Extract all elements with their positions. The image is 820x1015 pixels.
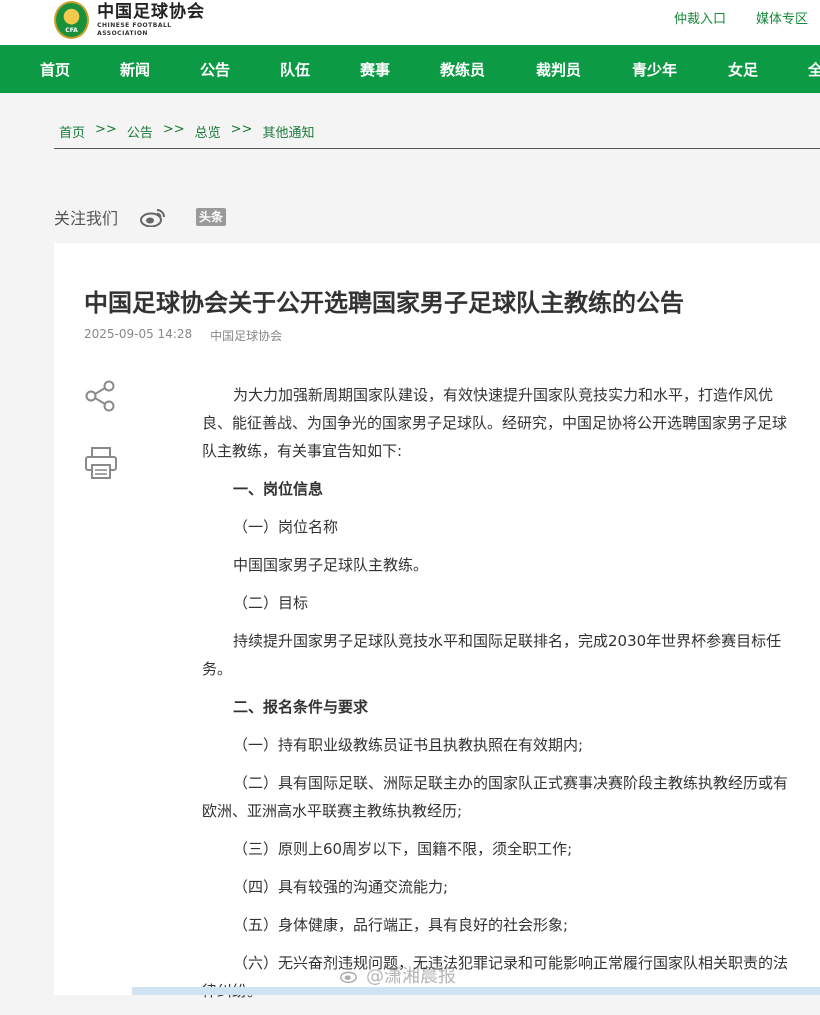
follow-us: 关注我们 头条: [54, 205, 227, 229]
breadcrumb-separator: >>: [95, 122, 117, 137]
breadcrumb-bar: 首页 >> 公告 >> 总览 >> 其他通知: [54, 110, 820, 149]
breadcrumb-separator: >>: [230, 122, 253, 137]
paragraph: （四）具有较强的沟通交流能力;: [233, 878, 449, 896]
paragraph: （一）持有职业级教练员证书且执教执照在有效期内;: [233, 736, 584, 754]
paragraph: （三）原则上60周岁以下，国籍不限，须全职工作;: [233, 840, 573, 858]
paragraph: 为大力加强新周期国家队建设，有效快速提升国家队竞技实力和水平，打造作风优良、能征…: [202, 386, 788, 460]
paragraph: （二）目标: [233, 594, 309, 612]
section-heading: 一、岗位信息: [233, 480, 324, 498]
cfa-logo[interactable]: CFA 中国足球协会 CHINESE FOOTBALL ASSOCIATION: [54, 0, 214, 40]
nav-item-more[interactable]: 全: [808, 59, 820, 80]
article-date: 2025-09-05 14:28: [84, 327, 193, 341]
cfa-badge-icon: CFA: [54, 1, 90, 39]
follow-label: 关注我们: [54, 209, 119, 228]
share-icon[interactable]: [84, 380, 116, 412]
print-icon[interactable]: [84, 446, 118, 480]
article-card: 中国足球协会关于公开选聘国家男子足球队主教练的公告 2025-09-05 14:…: [54, 243, 820, 1000]
breadcrumb-overview[interactable]: 总览: [195, 122, 221, 141]
nav-item-coaches[interactable]: 教练员: [440, 59, 485, 80]
nav-item-teams[interactable]: 队伍: [280, 59, 310, 80]
nav-item-notices[interactable]: 公告: [200, 59, 230, 80]
paragraph: （一）岗位名称: [233, 518, 339, 536]
logo-title: 中国足球协会: [97, 2, 206, 22]
paragraph: （五）身体健康，品行端正，具有良好的社会形象;: [233, 916, 569, 934]
nav-item-news[interactable]: 新闻: [120, 59, 150, 80]
breadcrumb: 首页 >> 公告 >> 总览 >> 其他通知: [59, 122, 314, 141]
article-meta: 2025-09-05 14:28 中国足球协会: [84, 327, 282, 344]
weibo-watermark-icon: [340, 971, 357, 983]
breadcrumb-home[interactable]: 首页: [59, 122, 85, 141]
paragraph: 持续提升国家男子足球队竞技水平和国际足联排名，完成2030年世界杯参赛目标任务。: [202, 632, 782, 678]
top-bar: CFA 中国足球协会 CHINESE FOOTBALL ASSOCIATION …: [0, 0, 820, 45]
breadcrumb-separator: >>: [162, 122, 185, 137]
arbitration-link[interactable]: 仲裁入口: [674, 8, 726, 27]
watermark-text: @潇湘晨报: [366, 966, 456, 987]
article-source: 中国足球协会: [210, 329, 283, 343]
main-nav: 首页 新闻 公告 队伍 赛事 教练员 裁判员 青少年 女足 全: [0, 45, 820, 93]
breadcrumb-notices[interactable]: 公告: [127, 122, 153, 141]
weibo-icon[interactable]: [140, 207, 166, 227]
nav-item-home[interactable]: 首页: [40, 59, 70, 80]
paragraph: （六）无兴奋剂违规问题，无违法犯罪记录和可能影响正常履行国家队相关职责的法律纠纷…: [202, 954, 789, 1000]
article-title: 中国足球协会关于公开选聘国家男子足球队主教练的公告: [84, 289, 684, 317]
nav-item-referees[interactable]: 裁判员: [536, 59, 581, 80]
media-zone-link[interactable]: 媒体专区: [756, 8, 808, 27]
paragraph: （二）具有国际足联、洲际足联主办的国家队正式赛事决赛阶段主教练执教经历或有欧洲、…: [202, 774, 789, 820]
toutiao-icon[interactable]: 头条: [196, 208, 227, 226]
nav-item-youth[interactable]: 青少年: [632, 59, 677, 80]
nav-item-events[interactable]: 赛事: [360, 59, 390, 80]
logo-subtitle: CHINESE FOOTBALL ASSOCIATION: [97, 22, 172, 37]
article-body: 为大力加强新周期国家队建设，有效快速提升国家队竞技实力和水平，打造作风优良、能征…: [202, 381, 800, 1015]
bottom-scrollbar[interactable]: [132, 987, 820, 995]
paragraph: 中国国家男子足球队主教练。: [233, 556, 429, 574]
top-links: 仲裁入口 媒体专区: [674, 8, 808, 27]
breadcrumb-other-notices[interactable]: 其他通知: [262, 122, 314, 141]
watermark: @潇湘晨报: [340, 962, 456, 988]
nav-item-women[interactable]: 女足: [728, 59, 758, 80]
section-heading: 二、报名条件与要求: [233, 698, 369, 716]
